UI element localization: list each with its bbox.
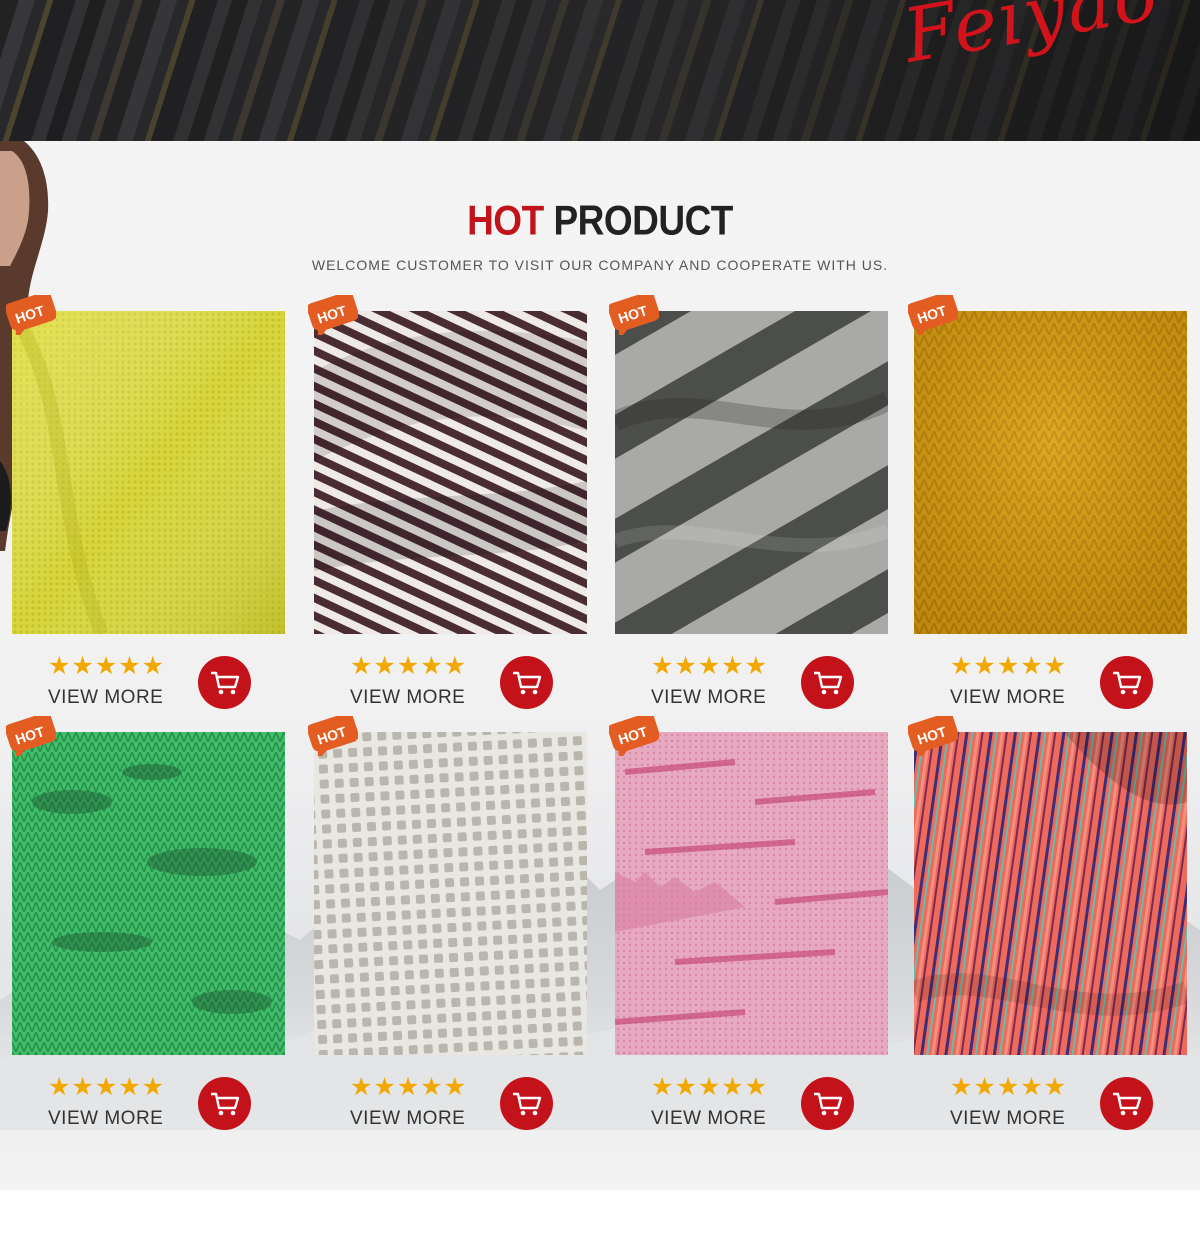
product-photo-waffle[interactable] xyxy=(314,732,587,1055)
shopping-cart-icon xyxy=(813,1092,842,1115)
hot-badge: HOT xyxy=(6,295,56,335)
product-card: HOT ★★★★★ VIEW MORE xyxy=(908,716,1187,1132)
view-more-link[interactable]: VIEW MORE xyxy=(48,687,163,709)
product-card: HOT ★★★★★ VIEW MORE xyxy=(6,716,285,1132)
shopping-cart-icon xyxy=(512,1092,541,1115)
add-to-cart-button[interactable] xyxy=(801,1077,854,1130)
view-more-link[interactable]: VIEW MORE xyxy=(350,1108,465,1130)
rating-stars: ★★★★★ xyxy=(48,651,166,680)
product-card: HOT ★★★★★ VIEW MORE xyxy=(609,716,888,1132)
title-hot: HOT xyxy=(467,197,544,244)
add-to-cart-button[interactable] xyxy=(801,656,854,709)
rating-stars: ★★★★★ xyxy=(651,651,769,680)
add-to-cart-button[interactable] xyxy=(1100,1077,1153,1130)
product-photo-green-melange[interactable] xyxy=(12,732,285,1055)
add-to-cart-button[interactable] xyxy=(1100,656,1153,709)
view-more-link[interactable]: VIEW MORE xyxy=(950,1108,1065,1130)
top-banner: Feiyao xyxy=(0,0,1200,141)
hot-badge: HOT xyxy=(609,295,659,335)
section-subtitle: WELCOME CUSTOMER TO VISIT OUR COMPANY AN… xyxy=(311,257,889,273)
view-more-link[interactable]: VIEW MORE xyxy=(651,1108,766,1130)
shopping-cart-icon xyxy=(210,1092,239,1115)
hot-badge: HOT xyxy=(609,716,659,756)
product-card: HOT ★★★★★ VIEW MORE xyxy=(308,295,587,711)
product-card: HOT ★★★★★ VIEW MORE xyxy=(308,716,587,1132)
product-card: HOT ★★★★★ VIEW MORE xyxy=(6,295,285,711)
shopping-cart-icon xyxy=(1112,1092,1141,1115)
view-more-link[interactable]: VIEW MORE xyxy=(950,687,1065,709)
shopping-cart-icon xyxy=(512,671,541,694)
view-more-link[interactable]: VIEW MORE xyxy=(48,1108,163,1130)
shopping-cart-icon xyxy=(813,671,842,694)
product-photo-yellow-knit[interactable] xyxy=(12,311,285,634)
rating-stars: ★★★★★ xyxy=(350,1072,468,1101)
rating-stars: ★★★★★ xyxy=(950,651,1068,680)
add-to-cart-button[interactable] xyxy=(500,1077,553,1130)
product-photo-grey-stripe[interactable] xyxy=(615,311,888,634)
add-to-cart-button[interactable] xyxy=(500,656,553,709)
hot-badge: HOT xyxy=(308,295,358,335)
view-more-link[interactable]: VIEW MORE xyxy=(651,687,766,709)
product-photo-multicolor-stripe[interactable] xyxy=(914,732,1187,1055)
section-title: HOT PRODUCT xyxy=(0,197,1200,244)
add-to-cart-button[interactable] xyxy=(198,656,251,709)
hot-badge: HOT xyxy=(308,716,358,756)
rating-stars: ★★★★★ xyxy=(48,1072,166,1101)
hot-badge: HOT xyxy=(6,716,56,756)
rating-stars: ★★★★★ xyxy=(950,1072,1068,1101)
hot-badge: HOT xyxy=(908,295,958,335)
shopping-cart-icon xyxy=(210,671,239,694)
rating-stars: ★★★★★ xyxy=(651,1072,769,1101)
add-to-cart-button[interactable] xyxy=(198,1077,251,1130)
product-photo-striped[interactable] xyxy=(314,311,587,634)
view-more-link[interactable]: VIEW MORE xyxy=(350,687,465,709)
product-card: HOT ★★★★★ VIEW MORE xyxy=(908,295,1187,711)
title-product: PRODUCT xyxy=(553,197,733,244)
rating-stars: ★★★★★ xyxy=(350,651,468,680)
product-photo-mustard-knit[interactable] xyxy=(914,311,1187,634)
product-photo-pink-space-dye[interactable] xyxy=(615,732,888,1055)
shopping-cart-icon xyxy=(1112,671,1141,694)
product-card: HOT ★★★★★ VIEW MORE xyxy=(609,295,888,711)
hot-badge: HOT xyxy=(908,716,958,756)
